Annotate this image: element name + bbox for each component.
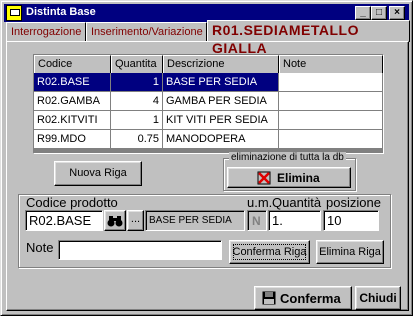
browse-label: ... <box>130 213 141 225</box>
binoculars-icon <box>107 216 123 227</box>
minimize-button[interactable]: _ <box>355 6 371 20</box>
tab-interrogazione[interactable]: Interrogazione <box>6 22 86 42</box>
cell-quantita: 4 <box>111 92 163 111</box>
conferma-riga-label: Conferma Riga <box>232 246 307 258</box>
save-icon <box>262 291 276 305</box>
tab-inserimento-variazione[interactable]: Inserimento/Variazione <box>86 22 207 42</box>
chiudi-button[interactable]: Chiudi <box>355 286 401 310</box>
table-row[interactable]: R99.MDO 0.75 MANODOPERA <box>34 130 383 149</box>
column-header-descrizione[interactable]: Descrizione <box>163 55 279 74</box>
minimize-icon: _ <box>360 7 366 18</box>
tab-label: Interrogazione <box>11 26 82 38</box>
codice-prodotto-label: Codice prodotto <box>26 195 118 210</box>
posizione-input[interactable]: 10 <box>323 210 379 231</box>
chiudi-label: Chiudi <box>359 291 397 305</box>
quantita-input[interactable]: 1. <box>268 210 321 231</box>
elimina-button[interactable]: Elimina <box>227 167 351 188</box>
quantita-label: Quantità <box>272 195 322 210</box>
cell-codice: R02.KITVITI <box>34 111 111 130</box>
cell-descrizione: MANODOPERA <box>163 130 279 149</box>
posizione-label: posizione <box>326 195 381 210</box>
um-label: u.m. <box>247 195 273 210</box>
elimina-riga-button[interactable]: Elimina Riga <box>316 240 384 264</box>
column-header-quantita[interactable]: Quantita <box>111 55 163 74</box>
codice-prodotto-input[interactable]: R02.BASE <box>25 210 103 231</box>
cell-note <box>279 92 383 111</box>
cell-descrizione: GAMBA PER SEDIA <box>163 92 279 111</box>
cell-quantita: 0.75 <box>111 130 163 149</box>
note-input[interactable] <box>58 240 222 260</box>
cell-descrizione: KIT VITI PER SEDIA <box>163 111 279 130</box>
column-header-note[interactable]: Note <box>279 55 383 74</box>
search-button[interactable] <box>104 210 126 231</box>
cell-quantita: 1 <box>111 111 163 130</box>
cell-note <box>279 73 383 92</box>
app-window: Distinta Base _ □ × Interrogazione Inser… <box>0 0 413 316</box>
browse-button[interactable]: ... <box>127 210 144 231</box>
maximize-button[interactable]: □ <box>371 6 387 20</box>
grid-header: Codice Quantita Descrizione Note <box>34 55 383 74</box>
tab-label: Inserimento/Variazione <box>91 26 203 38</box>
components-grid[interactable]: Codice Quantita Descrizione Note R02.BAS… <box>33 54 384 154</box>
cell-codice: R99.MDO <box>34 130 111 149</box>
table-row[interactable]: R02.GAMBA 4 GAMBA PER SEDIA <box>34 92 383 111</box>
conferma-riga-button[interactable]: Conferma Riga <box>229 240 310 264</box>
conferma-label: Conferma <box>280 291 341 306</box>
cell-note <box>279 111 383 130</box>
cell-codice: R02.GAMBA <box>34 92 111 111</box>
cell-descrizione: BASE PER SEDIA <box>163 73 279 92</box>
close-button[interactable]: × <box>389 6 405 20</box>
conferma-button[interactable]: Conferma <box>254 286 352 310</box>
elimina-riga-label: Elimina Riga <box>319 246 381 258</box>
cell-note <box>279 130 383 149</box>
note-label: Note <box>26 240 54 255</box>
nuova-riga-button[interactable]: Nuova Riga <box>54 161 142 186</box>
column-header-codice[interactable]: Codice <box>34 55 111 74</box>
tab-product[interactable]: R01.SEDIAMETALLO GIALLA <box>207 20 410 56</box>
maximize-icon: □ <box>375 7 383 18</box>
table-row[interactable]: R02.KITVITI 1 KIT VITI PER SEDIA <box>34 111 383 130</box>
descrizione-display: BASE PER SEDIA <box>145 210 245 231</box>
cell-codice: R02.BASE <box>34 73 111 92</box>
elimina-group-caption: eliminazione di tutta la db <box>229 152 346 163</box>
close-icon: × <box>394 7 400 18</box>
delete-icon <box>257 171 271 185</box>
app-icon <box>6 5 22 21</box>
cell-quantita: 1 <box>111 73 163 92</box>
nuova-riga-label: Nuova Riga <box>69 167 127 179</box>
window-title: Distinta Base <box>26 6 96 18</box>
table-row[interactable]: R02.BASE 1 BASE PER SEDIA <box>34 73 383 92</box>
um-field: N <box>247 210 267 231</box>
elimina-label: Elimina <box>277 171 320 185</box>
